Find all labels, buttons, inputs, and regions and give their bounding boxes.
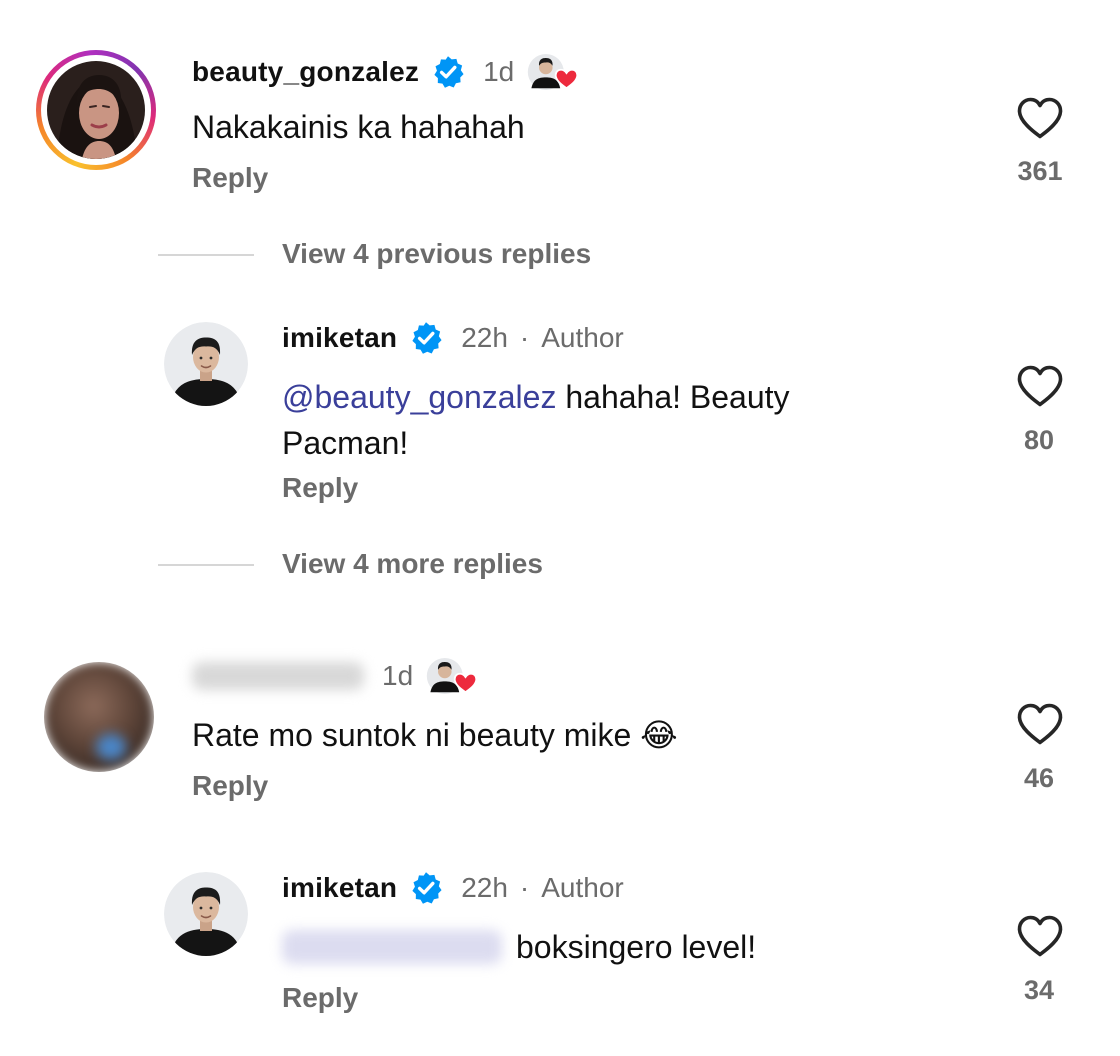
mention-link[interactable]: @beauty_gonzalez [282,379,556,415]
comment-header: beauty_gonzalez 1d [192,52,580,92]
reply-text-line1: hahaha! Beauty [556,379,790,415]
separator: · [519,872,530,903]
thread-divider [158,564,254,566]
username[interactable]: imiketan [282,322,397,354]
timestamp: 22h [461,322,508,353]
reply-header: imiketan 22h · Author [282,868,624,908]
reply-button[interactable]: Reply [192,162,268,194]
timestamp: 1d [382,660,414,691]
view-previous-replies-button[interactable]: View 4 previous replies [282,238,591,270]
comment-text: Rate mo suntok ni beauty mike 😂 [192,717,678,753]
avatar[interactable] [47,61,145,159]
reply-header: imiketan 22h · Author [282,318,624,358]
reply-button[interactable]: Reply [192,770,268,802]
author-avatar-heart-icon [425,656,479,696]
heart-outline-icon[interactable] [1016,96,1064,140]
timestamp: 1d [483,56,515,87]
like-count: 34 [1023,975,1055,1005]
avatar[interactable] [164,872,248,956]
reply-text-body: boksingero level! [516,929,757,965]
username[interactable]: beauty_gonzalez [192,56,419,88]
author-label: Author [541,322,624,353]
author-avatar-heart-icon [526,52,580,92]
comment-header: 1d [192,656,479,696]
username[interactable]: imiketan [282,872,397,904]
username-hidden[interactable] [192,662,364,690]
comment-text: Nakakainis ka hahahah [192,109,525,145]
separator: · [519,322,530,353]
heart-outline-icon[interactable] [1016,364,1064,408]
view-more-replies-button[interactable]: View 4 more replies [282,548,543,580]
author-label: Author [541,872,624,903]
mention-hidden[interactable] [282,930,502,964]
reply-button[interactable]: Reply [282,472,358,504]
like-count: 80 [1023,425,1055,455]
avatar[interactable] [44,662,154,772]
reply-text: boksingero level! [282,924,756,970]
timestamp: 22h [461,872,508,903]
verified-badge-icon [431,55,465,89]
like-count: 46 [1023,763,1055,793]
heart-outline-icon[interactable] [1016,702,1064,746]
reply-text: @beauty_gonzalez hahaha! Beauty Pacman! [282,374,922,466]
reply-text-line2: Pacman! [282,425,409,461]
like-count: 361 [1017,156,1063,186]
verified-badge-icon [409,321,443,355]
thread-divider [158,254,254,256]
reply-button[interactable]: Reply [282,982,358,1014]
avatar[interactable] [164,322,248,406]
story-ring[interactable] [36,50,156,170]
verified-badge-icon [409,871,443,905]
heart-outline-icon[interactable] [1016,914,1064,958]
